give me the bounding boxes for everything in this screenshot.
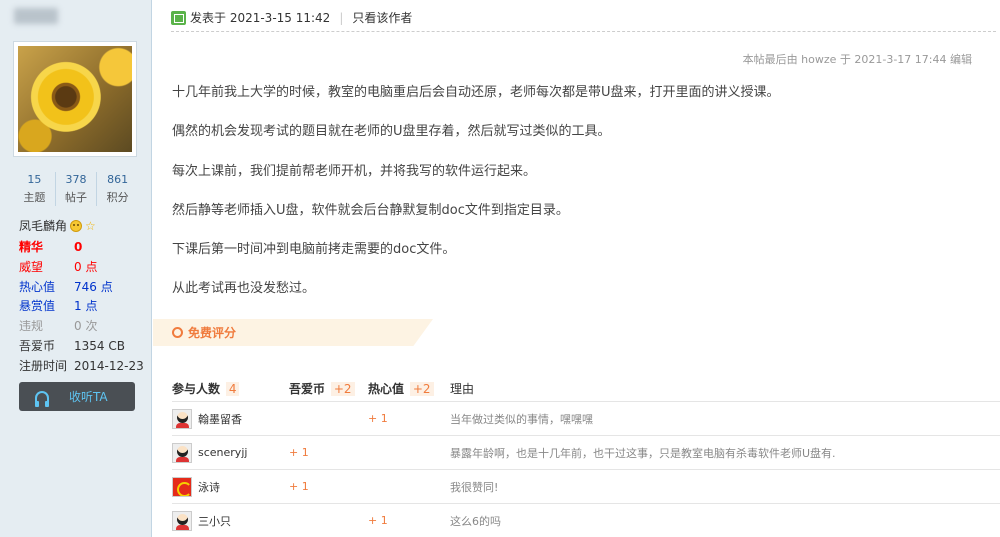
sunflower-avatar-image <box>18 46 132 152</box>
rater[interactable]: sceneryjj <box>172 442 289 463</box>
info-row-register-date: 注册时间 2014-12-23 <box>19 357 149 377</box>
post-paragraph: 下课后第一时间冲到电脑前拷走需要的doc文件。 <box>172 242 456 258</box>
user-avatar-icon[interactable] <box>172 476 192 497</box>
user-avatar-icon[interactable] <box>172 408 192 429</box>
follow-button[interactable]: 收听TA <box>19 382 135 411</box>
user-rank: 凤毛麟角 ☆ <box>19 217 96 234</box>
info-value: 1354 CB <box>74 338 125 353</box>
rating-coin: + 1 <box>289 480 309 493</box>
info-row-enthusiasm: 热心值 746 点 <box>19 278 149 298</box>
info-value: 1 点 <box>74 299 98 314</box>
post-main: 发表于 2021-3-15 11:42 | 只看该作者 本帖最后由 howze … <box>153 0 1000 537</box>
info-row-prestige: 威望 0 点 <box>19 258 149 278</box>
stat-value: 15 <box>27 173 42 186</box>
stat-posts[interactable]: 378 帖子 <box>56 172 98 206</box>
rating-reason: 这么6的吗 <box>450 514 501 528</box>
author-stats: 15 主题 378 帖子 861 积分 <box>14 172 138 206</box>
stat-label: 主题 <box>23 191 46 204</box>
info-row-coins: 吾爱币 1354 CB <box>19 337 149 357</box>
user-avatar-icon[interactable] <box>172 442 192 463</box>
post-paragraph: 然后静等老师插入U盘，软件就会后台静默复制doc文件到指定目录。 <box>172 202 569 218</box>
author-info: 精华 0 威望 0 点 热心值 746 点 悬赏值 1 点 违规 0 次 吾爱币 1354 … <box>19 238 149 377</box>
stat-points[interactable]: 861 积分 <box>97 172 138 206</box>
rating-row: 泳诗 + 1 我很赞同! <box>172 469 1000 503</box>
star-icon: ☆ <box>85 218 96 233</box>
rater-name[interactable]: 三小只 <box>198 513 231 529</box>
headphones-icon <box>35 390 49 407</box>
rating-table-header: 参与人数 4 吾爱币 +2 热心值 +2 理由 <box>172 376 1000 400</box>
header-label: 热心值 <box>368 381 405 396</box>
info-value: 2014-12-23 <box>74 358 144 373</box>
post-paragraph: 每次上课前，我们提前帮老师开机，并将我写的软件运行起来。 <box>172 163 537 179</box>
info-key: 违规 <box>19 319 44 334</box>
coin-total: +2 <box>330 381 355 396</box>
rater-name[interactable]: sceneryjj <box>198 446 247 459</box>
header-label: 吾爱币 <box>289 381 326 396</box>
info-key: 悬赏值 <box>19 299 56 314</box>
rater-name[interactable]: 翰墨留香 <box>198 411 242 427</box>
author-name-blurred[interactable] <box>14 8 58 24</box>
circle-icon <box>172 327 183 338</box>
post-paragraph: 从此考试再也没发愁过。 <box>172 281 316 297</box>
header-participants: 参与人数 4 <box>172 380 289 397</box>
info-key: 注册时间 <box>19 358 68 373</box>
info-key: 精华 <box>19 240 44 254</box>
rating-heart: + 1 <box>368 514 388 527</box>
rating-row: 三小只 + 1 这么6的吗 <box>172 503 1000 537</box>
rating-reason: 暴露年龄啊，也是十几年前，也干过这事，只是教室电脑有杀毒软件老师U盘有. <box>450 446 836 460</box>
info-row-violations: 违规 0 次 <box>19 317 149 337</box>
info-value: 0 <box>74 240 83 254</box>
rating-heart: + 1 <box>368 412 388 425</box>
header-coin: 吾爱币 +2 <box>289 380 368 397</box>
header-label: 参与人数 <box>172 381 221 396</box>
rating-row: sceneryjj + 1 暴露年龄啊，也是十几年前，也干过这事，只是教室电脑有… <box>172 435 1000 469</box>
rater[interactable]: 泳诗 <box>172 476 289 497</box>
participants-count: 4 <box>225 381 240 396</box>
stat-value: 378 <box>65 173 87 186</box>
rater-name[interactable]: 泳诗 <box>198 479 220 495</box>
follow-button-label: 收听TA <box>69 390 108 404</box>
info-key: 吾爱币 <box>19 338 56 353</box>
post-paragraph: 十几年前我上大学的时候，教室的电脑重启后会自动还原，老师每次都是带U盘来，打开里… <box>172 85 780 100</box>
author-sidebar: 15 主题 378 帖子 861 积分 凤毛麟角 ☆ 精华 0 威望 0 点 热心值 746… <box>0 0 152 537</box>
info-row-essence: 精华 0 <box>19 238 149 258</box>
rank-label: 凤毛麟角 <box>19 219 68 233</box>
free-rating-banner[interactable]: 免费评分 <box>153 319 433 346</box>
smiley-icon <box>70 219 83 232</box>
rater[interactable]: 翰墨留香 <box>172 408 289 429</box>
author-only-link[interactable]: 只看该作者 <box>352 9 412 26</box>
header-reason: 理由 <box>450 381 475 396</box>
post-paragraph: 偶然的机会发现考试的题目就在老师的U盘里存着，然后就写过类似的工具。 <box>172 124 611 140</box>
divider: | <box>339 10 344 25</box>
rating-rows: 翰墨留香 + 1 当年做过类似的事情，嘿嘿嘿 sceneryjj + 1 暴露年… <box>172 401 1000 537</box>
edited-note: 本帖最后由 howze 于 2021-3-17 17:44 编辑 <box>742 53 972 66</box>
stat-topics[interactable]: 15 主题 <box>14 172 56 206</box>
post-image-icon <box>171 10 186 25</box>
stat-label: 帖子 <box>65 191 87 204</box>
post-body: 十几年前我上大学的时候，教室的电脑重启后会自动还原，老师每次都是带U盘来，打开里… <box>172 83 992 319</box>
info-key: 热心值 <box>19 279 56 294</box>
post-header: 发表于 2021-3-15 11:42 | 只看该作者 <box>171 9 412 26</box>
info-row-bounty: 悬赏值 1 点 <box>19 297 149 317</box>
rater[interactable]: 三小只 <box>172 510 289 531</box>
author-avatar[interactable] <box>13 41 137 157</box>
rating-coin: + 1 <box>289 446 309 459</box>
header-heart: 热心值 +2 <box>368 380 450 397</box>
info-value: 0 点 <box>74 259 98 274</box>
rating-row: 翰墨留香 + 1 当年做过类似的事情，嘿嘿嘿 <box>172 401 1000 435</box>
info-value: 746 点 <box>74 279 113 294</box>
heart-total: +2 <box>409 381 434 396</box>
free-rating-label: 免费评分 <box>188 326 237 340</box>
info-value: 0 次 <box>74 319 98 334</box>
rating-reason: 当年做过类似的事情，嘿嘿嘿 <box>450 412 593 426</box>
stat-value: 861 <box>107 173 129 186</box>
header-divider <box>171 31 996 32</box>
post-time: 发表于 2021-3-15 11:42 <box>190 11 331 25</box>
stat-label: 积分 <box>106 191 129 204</box>
info-key: 威望 <box>19 259 44 274</box>
rating-reason: 我很赞同! <box>450 480 499 494</box>
user-avatar-icon[interactable] <box>172 510 192 531</box>
